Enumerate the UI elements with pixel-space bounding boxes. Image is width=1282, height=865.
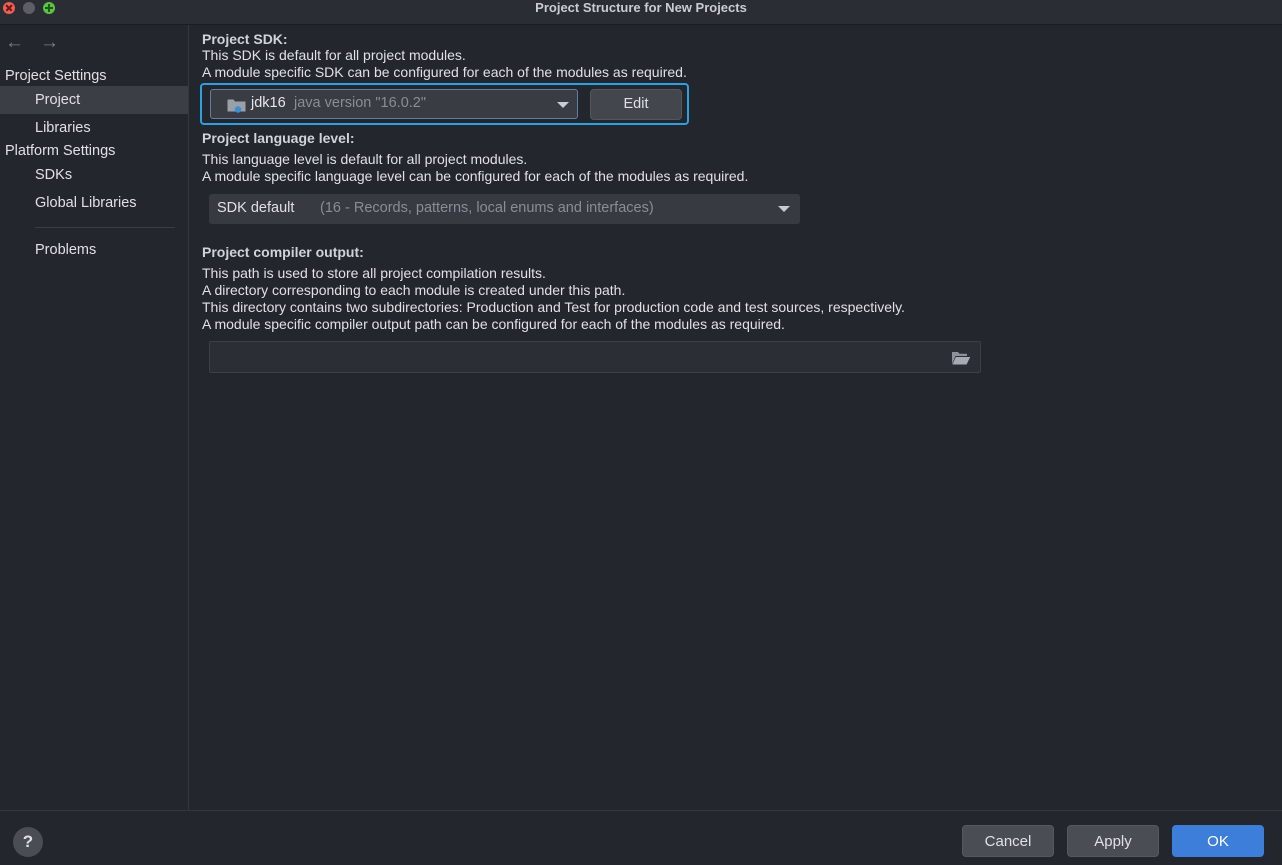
- sidebar-section-project-settings: Project Settings: [5, 68, 107, 84]
- project-sdk-title: Project SDK:: [202, 31, 288, 47]
- language-level-dropdown[interactable]: SDK default (16 - Records, patterns, loc…: [209, 194, 800, 224]
- sidebar-item-label: Problems: [35, 242, 97, 258]
- edit-sdk-button[interactable]: Edit: [590, 89, 682, 120]
- dialog-footer: ? Cancel Apply OK: [0, 810, 1282, 865]
- project-sdk-description-1: This SDK is default for all project modu…: [202, 47, 466, 63]
- project-sdk-description-2: A module specific SDK can be configured …: [202, 64, 687, 80]
- language-level-title: Project language level:: [202, 130, 355, 146]
- sidebar-section-platform-settings: Platform Settings: [5, 143, 116, 159]
- compiler-output-description-2: A directory corresponding to each module…: [202, 282, 626, 298]
- sdk-version: java version "16.0.2": [294, 95, 427, 111]
- window-title: Project Structure for New Projects: [535, 0, 747, 15]
- sidebar-item-label: Libraries: [35, 120, 91, 136]
- sidebar: ← → Project Settings Project Libraries P…: [0, 25, 189, 810]
- sidebar-item-libraries[interactable]: Libraries: [0, 114, 188, 142]
- ok-button[interactable]: OK: [1172, 825, 1264, 857]
- compiler-output-description-4: A module specific compiler output path c…: [202, 316, 785, 332]
- help-button[interactable]: ?: [13, 827, 43, 857]
- compiler-output-description-1: This path is used to store all project c…: [202, 265, 546, 281]
- arrow-left-icon[interactable]: ←: [5, 33, 25, 53]
- sidebar-item-label: Project: [35, 92, 81, 108]
- sdk-name: jdk16: [251, 95, 286, 111]
- sidebar-item-global-libraries[interactable]: Global Libraries: [0, 189, 188, 217]
- compiler-output-description-3: This directory contains two subdirectori…: [202, 299, 905, 315]
- sidebar-item-label: Global Libraries: [35, 195, 137, 211]
- project-sdk-dropdown[interactable]: jdk16 java version "16.0.2": [210, 89, 578, 119]
- main-panel: Project SDK: This SDK is default for all…: [189, 25, 1282, 810]
- language-level-hint: (16 - Records, patterns, local enums and…: [320, 200, 654, 216]
- apply-button[interactable]: Apply: [1067, 825, 1159, 857]
- language-level-value: SDK default: [217, 200, 295, 216]
- compiler-output-title: Project compiler output:: [202, 244, 364, 260]
- chevron-down-icon: [557, 102, 569, 108]
- language-level-description-1: This language level is default for all p…: [202, 151, 528, 167]
- browse-folder-icon[interactable]: [951, 350, 971, 366]
- compiler-output-path-field[interactable]: [209, 341, 981, 373]
- arrow-right-icon[interactable]: →: [40, 33, 60, 53]
- sidebar-item-project[interactable]: Project: [0, 86, 188, 114]
- jdk-folder-icon: [227, 99, 246, 113]
- sidebar-item-sdks[interactable]: SDKs: [0, 161, 188, 189]
- sidebar-item-label: SDKs: [35, 167, 73, 183]
- sidebar-item-problems[interactable]: Problems: [0, 236, 188, 264]
- cancel-button[interactable]: Cancel: [962, 825, 1054, 857]
- sidebar-divider: [35, 227, 175, 228]
- language-level-description-2: A module specific language level can be …: [202, 168, 749, 184]
- chevron-down-icon: [778, 206, 790, 212]
- title-bar: Project Structure for New Projects: [0, 0, 1282, 25]
